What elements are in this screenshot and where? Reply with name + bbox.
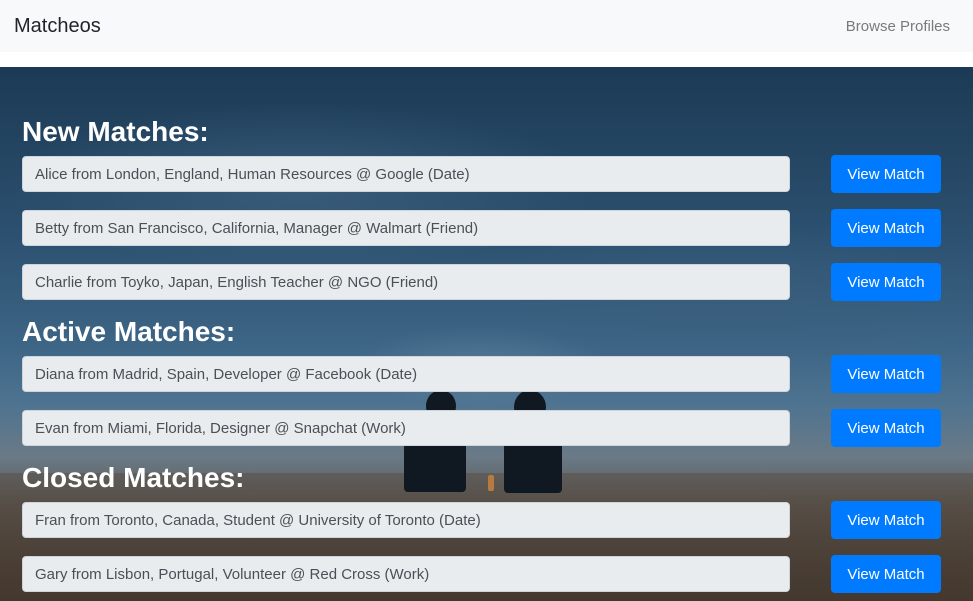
view-match-button[interactable]: View Match xyxy=(831,555,941,593)
browse-profiles-link[interactable]: Browse Profiles xyxy=(846,18,950,35)
match-row: Betty from San Francisco, California, Ma… xyxy=(22,209,941,247)
view-match-button[interactable]: View Match xyxy=(831,355,941,393)
match-field: Diana from Madrid, Spain, Developer @ Fa… xyxy=(22,356,790,392)
match-field: Fran from Toronto, Canada, Student @ Uni… xyxy=(22,502,790,538)
match-row: Fran from Toronto, Canada, Student @ Uni… xyxy=(22,501,941,539)
navbar: Matcheos Browse Profiles xyxy=(0,0,973,52)
match-field: Alice from London, England, Human Resour… xyxy=(22,156,790,192)
match-field: Gary from Lisbon, Portugal, Volunteer @ … xyxy=(22,556,790,592)
bottle xyxy=(488,475,494,491)
match-row: Gary from Lisbon, Portugal, Volunteer @ … xyxy=(22,555,941,593)
view-match-button[interactable]: View Match xyxy=(831,263,941,301)
view-match-button[interactable]: View Match xyxy=(831,209,941,247)
new-matches-heading: New Matches: xyxy=(22,116,209,147)
brand-logo[interactable]: Matcheos xyxy=(14,15,101,38)
match-row: Charlie from Toyko, Japan, English Teach… xyxy=(22,263,941,301)
match-field: Evan from Miami, Florida, Designer @ Sna… xyxy=(22,410,790,446)
match-field: Charlie from Toyko, Japan, English Teach… xyxy=(22,264,790,300)
view-match-button[interactable]: View Match xyxy=(831,409,941,447)
closed-matches-heading: Closed Matches: xyxy=(22,462,245,493)
match-field: Betty from San Francisco, California, Ma… xyxy=(22,210,790,246)
view-match-button[interactable]: View Match xyxy=(831,501,941,539)
view-match-button[interactable]: View Match xyxy=(831,155,941,193)
match-row: Diana from Madrid, Spain, Developer @ Fa… xyxy=(22,355,941,393)
match-row: Alice from London, England, Human Resour… xyxy=(22,155,941,193)
active-matches-heading: Active Matches: xyxy=(22,316,236,347)
match-row: Evan from Miami, Florida, Designer @ Sna… xyxy=(22,409,941,447)
